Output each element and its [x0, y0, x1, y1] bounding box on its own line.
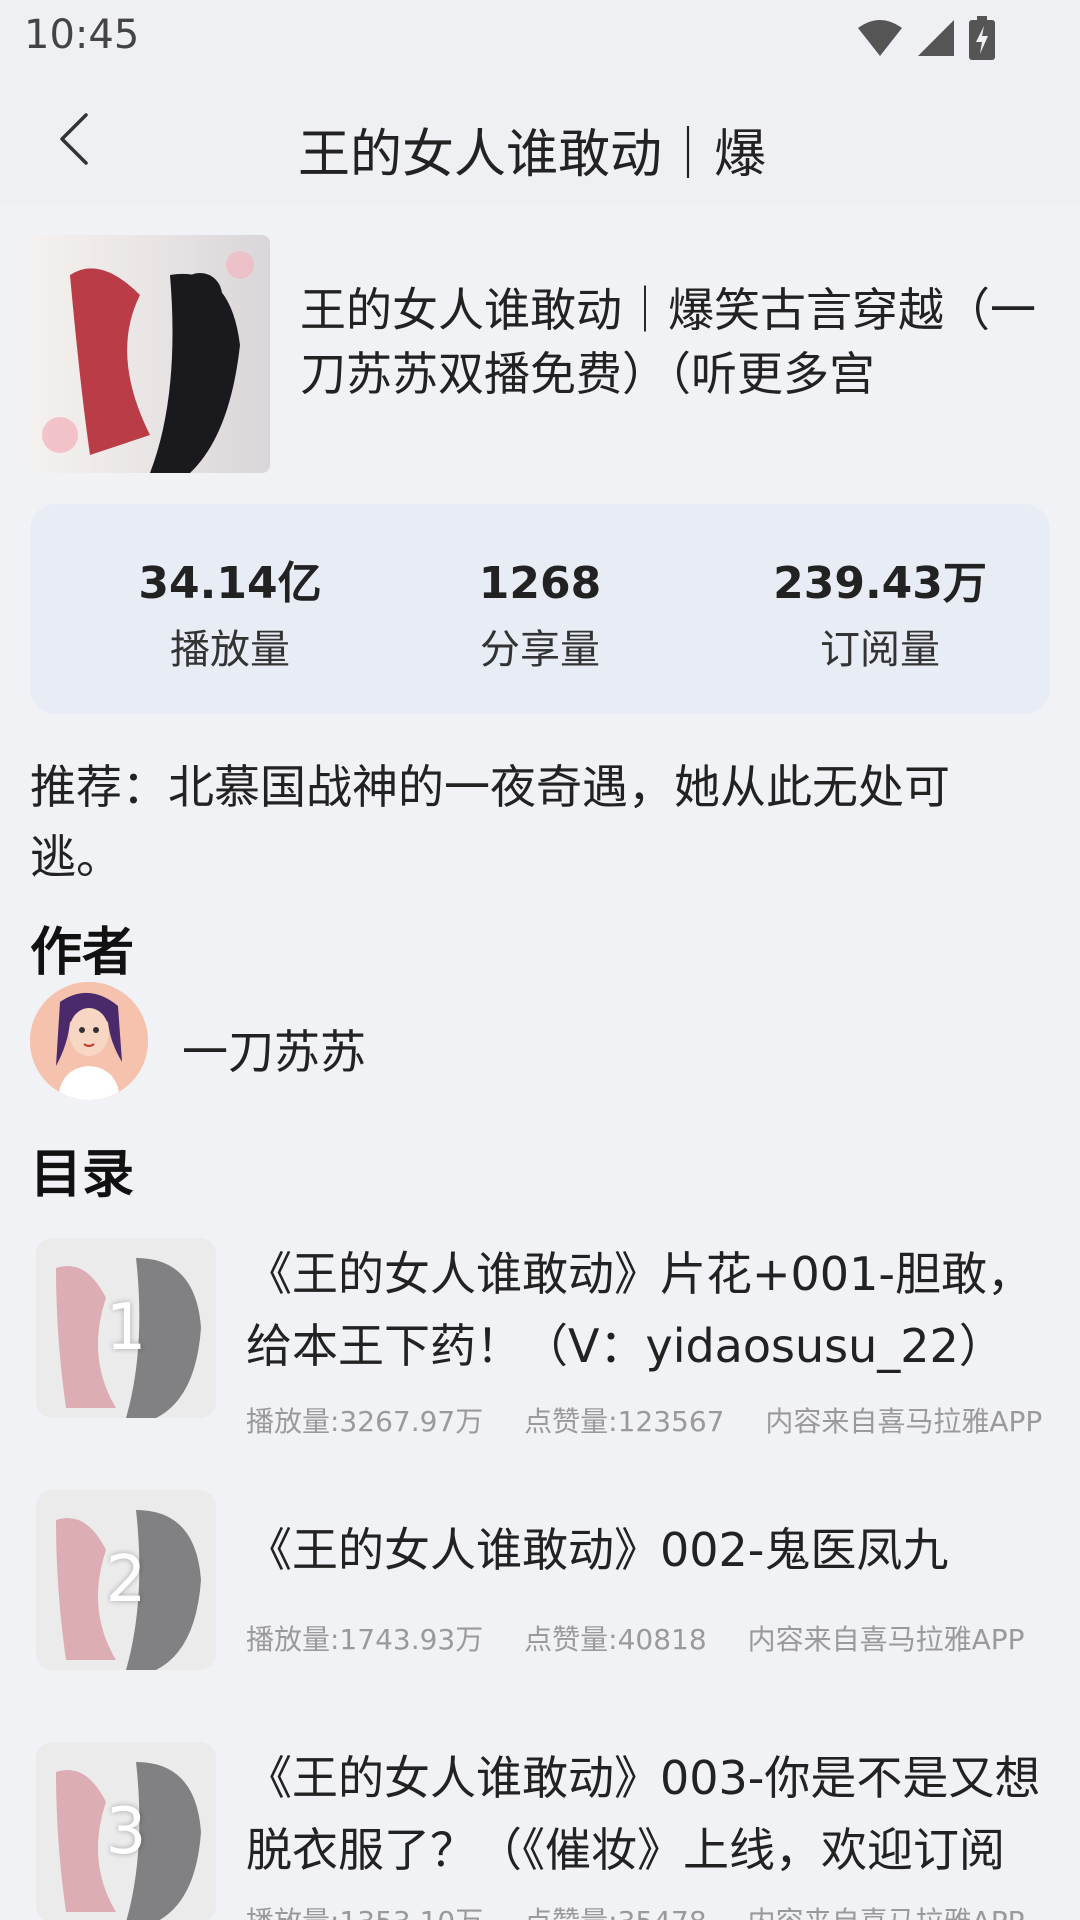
stats-card: 34.14亿 播放量 1268 分享量 239.43万 订阅量	[30, 504, 1050, 714]
episode-meta: 播放量:1743.93万 点赞量:40818 内容来自喜马拉雅APP	[246, 1618, 1057, 1658]
episode-likes: 点赞量:40818	[524, 1623, 707, 1656]
episode-plays: 播放量:3267.97万	[246, 1405, 484, 1438]
episode-number: 2	[105, 1543, 147, 1617]
stat-shares: 1268 分享量	[370, 554, 710, 680]
episode-meta: 播放量:1353.10万 点赞量:35478 内容来自喜马拉雅APP	[246, 1900, 1057, 1920]
battery-icon	[969, 16, 995, 60]
status-icons	[856, 16, 996, 60]
episode-plays: 播放量:1353.10万	[246, 1905, 483, 1920]
episode-title: 《王的女人谁敢动》002-鬼医凤九	[246, 1523, 949, 1577]
stat-label: 播放量	[170, 627, 290, 673]
episode-plays: 播放量:1743.93万	[246, 1623, 484, 1656]
stat-value: 1268	[478, 558, 602, 609]
stat-plays: 34.14亿 播放量	[60, 554, 400, 680]
episode-likes: 点赞量:123567	[524, 1405, 725, 1438]
episode-number: 1	[105, 1291, 147, 1365]
episode-thumbnail: 2	[36, 1490, 216, 1670]
episode-number: 3	[105, 1795, 147, 1869]
episode-title: 《王的女人谁敢动》片花+001-胆敢，给本王下药！（V：yidaosusu_22…	[246, 1247, 1033, 1373]
wifi-icon	[858, 20, 902, 56]
top-bar: 王的女人谁敢动｜爆	[0, 72, 1080, 204]
album-cover	[30, 235, 270, 473]
author-heading: 作者	[30, 923, 135, 983]
stat-value: 239.43万	[773, 558, 987, 609]
episode-thumbnail: 3	[36, 1742, 216, 1920]
stat-subscriptions: 239.43万 订阅量	[710, 554, 1050, 680]
stat-value: 34.14亿	[138, 558, 322, 609]
signal-icon	[918, 20, 954, 56]
episode-thumbnail: 1	[36, 1238, 216, 1418]
episode-source: 内容来自喜马拉雅APP	[748, 1905, 1025, 1920]
stat-label: 订阅量	[820, 627, 940, 673]
toc-heading: 目录	[30, 1145, 135, 1205]
episode-meta: 播放量:3267.97万 点赞量:123567 内容来自喜马拉雅APP	[246, 1400, 1074, 1440]
episode-likes: 点赞量:35478	[524, 1905, 707, 1920]
episode-source: 内容来自喜马拉雅APP	[765, 1405, 1043, 1438]
list-item[interactable]: 2 《王的女人谁敢动》002-鬼医凤九 播放量:1743.93万 点赞量:408…	[0, 1490, 1080, 1680]
page-title: 王的女人谁敢动｜爆	[298, 125, 767, 185]
avatar[interactable]	[30, 982, 148, 1100]
list-item[interactable]: 1 《王的女人谁敢动》片花+001-胆敢，给本王下药！（V：yidaosusu_…	[0, 1238, 1080, 1438]
recommendation-text: 推荐：北慕国战神的一夜奇遇，她从此无处可逃。	[30, 760, 950, 884]
back-button[interactable]	[44, 106, 104, 172]
status-bar: 10:45	[0, 0, 1080, 72]
back-arrow-icon	[60, 113, 88, 165]
list-item[interactable]: 3 《王的女人谁敢动》003-你是不是又想脱衣服了？（《催妆》上线，欢迎订阅 播…	[0, 1742, 1080, 1920]
album-title: 王的女人谁敢动｜爆笑古言穿越（一刀苏苏双播免费）（听更多宫	[300, 283, 1036, 401]
author-name[interactable]: 一刀苏苏	[182, 1016, 366, 1082]
episode-title: 《王的女人谁敢动》003-你是不是又想脱衣服了？（《催妆》上线，欢迎订阅	[246, 1751, 1041, 1877]
episode-source: 内容来自喜马拉雅APP	[747, 1623, 1025, 1656]
status-time: 10:45	[24, 12, 140, 58]
stat-label: 分享量	[480, 627, 600, 673]
